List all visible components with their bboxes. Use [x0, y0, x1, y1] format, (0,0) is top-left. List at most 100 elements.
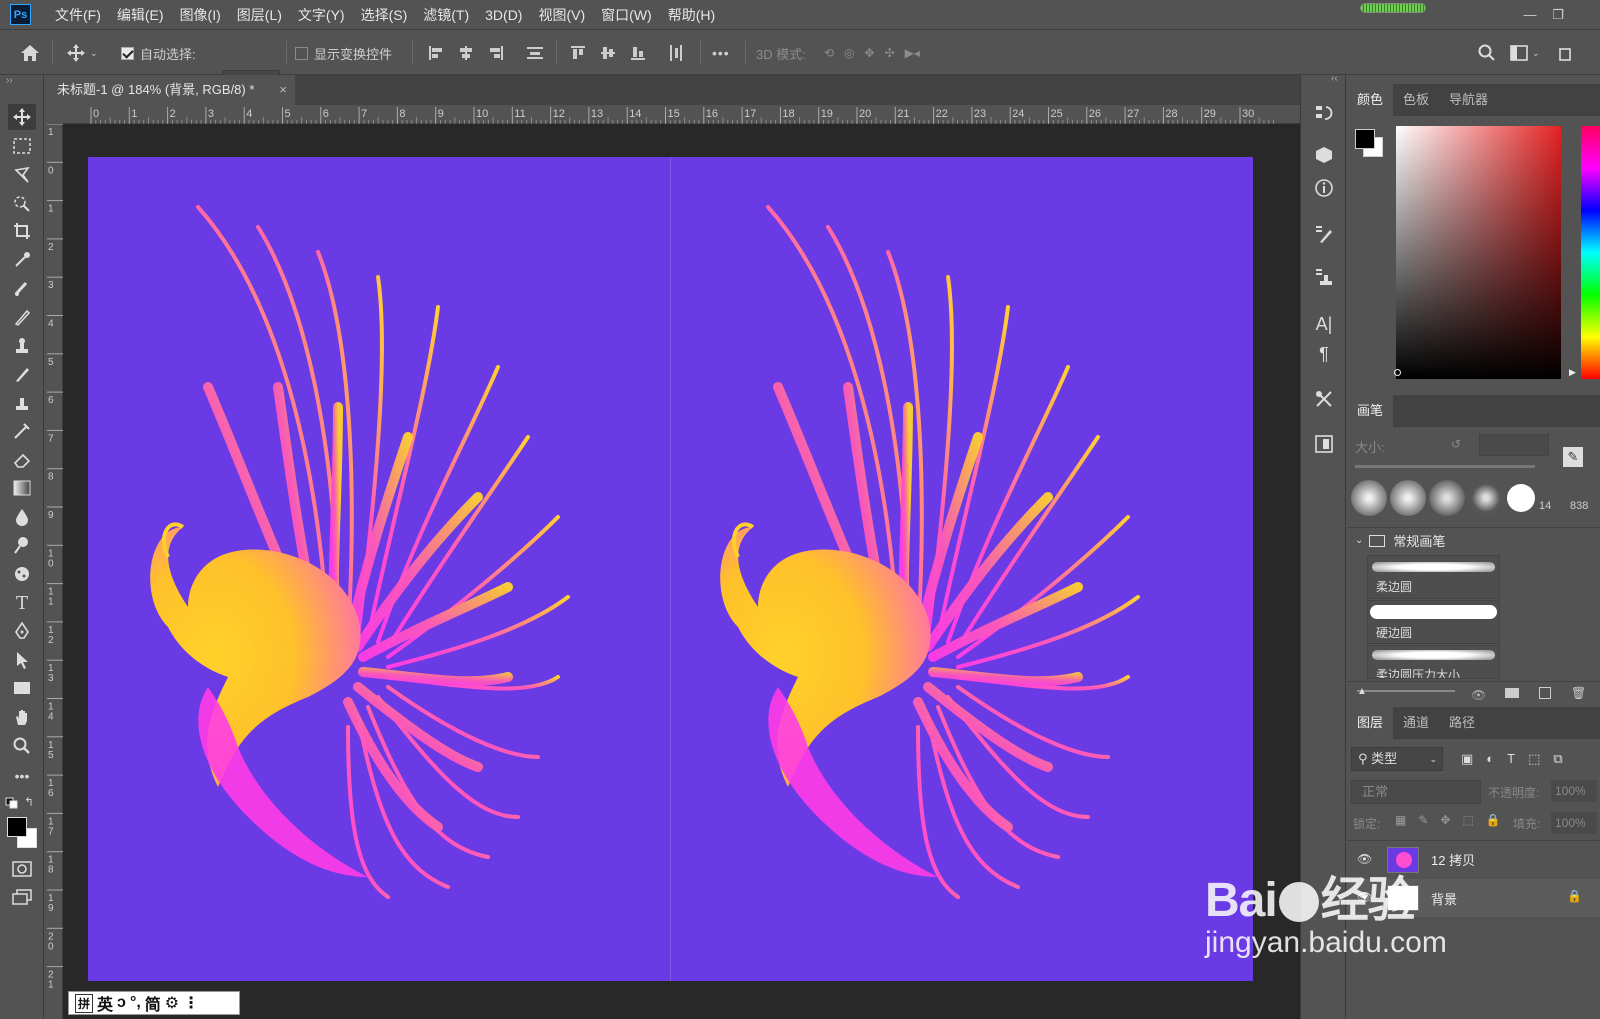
hue-slider[interactable]: [1581, 126, 1600, 379]
ruler-origin[interactable]: [45, 105, 63, 124]
distribute-vertical-icon[interactable]: [526, 45, 544, 61]
show-transform-controls-checkbox[interactable]: 显示变换控件: [295, 30, 392, 76]
lock-all-icon[interactable]: 🔒: [1486, 813, 1501, 827]
move-tool-preset-icon[interactable]: ⌄: [66, 30, 98, 76]
menu-type[interactable]: 文字(Y): [290, 5, 353, 25]
quick-mask-icon[interactable]: [8, 856, 36, 882]
menu-layer[interactable]: 图层(L): [229, 5, 290, 25]
properties-icon[interactable]: [1311, 431, 1337, 457]
clone-source-icon[interactable]: [1311, 264, 1337, 290]
brush-group-row[interactable]: ⌄ 常规画笔: [1347, 527, 1600, 553]
slider-handle[interactable]: ▲: [1357, 686, 1367, 697]
quick-selection-tool-icon[interactable]: [8, 190, 36, 216]
distribute-horizontal-icon[interactable]: [668, 44, 684, 62]
move-tool-icon[interactable]: [8, 104, 36, 130]
brush-tool-icon[interactable]: [8, 304, 36, 330]
sponge-tool-icon[interactable]: [8, 561, 36, 587]
reset-brush-icon[interactable]: ↺: [1451, 437, 1461, 451]
brush-item-hard-round[interactable]: 硬边圆: [1367, 600, 1500, 644]
clone-stamp-tool-icon[interactable]: [8, 333, 36, 359]
hue-slider-handle[interactable]: ▶: [1569, 367, 1576, 378]
tab-layers[interactable]: 图层: [1347, 707, 1394, 739]
hand-tool-icon[interactable]: [8, 704, 36, 730]
history-brush-tool-icon[interactable]: [8, 361, 36, 387]
menu-select[interactable]: 选择(S): [353, 5, 416, 25]
menu-edit[interactable]: 编辑(E): [109, 5, 172, 25]
align-left-icon[interactable]: [428, 45, 444, 61]
ime-punctuation[interactable]: °,: [130, 994, 141, 1012]
new-group-icon[interactable]: [1505, 688, 1519, 698]
brush-preset-4[interactable]: [1468, 480, 1504, 516]
menu-3d[interactable]: 3D(D): [477, 7, 530, 23]
brush-size-slider[interactable]: [1355, 465, 1535, 468]
workspace-icon[interactable]: ⌄: [1510, 30, 1540, 76]
brush-item-soft-round-pressure[interactable]: 柔边圆压力大小: [1367, 645, 1500, 679]
history-icon[interactable]: [1311, 100, 1337, 126]
brush-settings-icon[interactable]: [1311, 221, 1337, 247]
more-options-icon[interactable]: •••: [712, 30, 730, 76]
lock-position-icon[interactable]: ✥: [1440, 813, 1450, 827]
3d-orbit-icon[interactable]: ⟲: [824, 46, 834, 60]
3d-camera-icon[interactable]: ▶◂: [905, 46, 920, 60]
tool-presets-icon[interactable]: [1311, 386, 1337, 412]
edit-toolbar-icon[interactable]: •••: [8, 763, 36, 789]
vertical-guide-line[interactable]: [670, 157, 671, 981]
lock-artboard-icon[interactable]: ⬚: [1462, 813, 1473, 827]
default-colors-icon[interactable]: [5, 797, 19, 812]
eyedropper-tool-icon[interactable]: [8, 247, 36, 273]
menu-image[interactable]: 图像(I): [172, 5, 229, 25]
ime-more-icon[interactable]: ⋮: [183, 993, 199, 1013]
paragraph-icon[interactable]: ¶: [1311, 341, 1337, 367]
brush-size-input[interactable]: [1479, 434, 1549, 456]
share-icon[interactable]: [1558, 30, 1572, 76]
crop-tool-icon[interactable]: [8, 218, 36, 244]
pen-tool-icon[interactable]: [8, 618, 36, 644]
foreground-color-swatch[interactable]: [7, 817, 27, 837]
layer-name[interactable]: 背景: [1431, 889, 1457, 908]
brush-preset-2[interactable]: [1390, 480, 1426, 516]
collapse-toolbar-icon[interactable]: ››: [6, 75, 13, 86]
brush-preview-size-slider[interactable]: [1357, 690, 1455, 692]
document-tab[interactable]: 未标题-1 @ 184% (背景, RGB/8) * ×: [45, 75, 295, 105]
filter-pixel-icon[interactable]: ▣: [1461, 751, 1473, 767]
brush-preset-3[interactable]: [1429, 480, 1465, 516]
home-icon[interactable]: [20, 30, 40, 76]
ime-english[interactable]: 英: [97, 991, 113, 1015]
ime-settings-icon[interactable]: ⚙: [165, 993, 179, 1013]
tab-brushes[interactable]: 画笔: [1347, 395, 1394, 427]
healing-brush-tool-icon[interactable]: [8, 275, 36, 301]
rectangle-tool-icon[interactable]: [8, 675, 36, 701]
filter-adjustment-icon[interactable]: ◐: [1486, 751, 1494, 767]
restore-icon[interactable]: ❐: [1544, 7, 1572, 23]
marquee-tool-icon[interactable]: [8, 133, 36, 159]
layer-name[interactable]: 12 拷贝: [1431, 850, 1475, 869]
brush-preset-1[interactable]: [1351, 480, 1387, 516]
lasso-tool-icon[interactable]: [8, 162, 36, 188]
align-vertical-center-icon[interactable]: [600, 45, 616, 61]
info-icon[interactable]: [1311, 175, 1337, 201]
swap-colors-icon[interactable]: ↰: [24, 795, 34, 809]
type-tool-icon[interactable]: T: [8, 590, 36, 616]
menu-file[interactable]: 文件(F): [47, 5, 109, 25]
brush-preset-5[interactable]: [1507, 484, 1535, 512]
tab-color[interactable]: 颜色: [1347, 84, 1394, 116]
zoom-tool-icon[interactable]: [8, 733, 36, 759]
horizontal-ruler[interactable]: 0 1 2 3 4 5 6 7 8 9 10 11 12 13 14 15 16 17 18 19 20 21 22 23 24…: [63, 105, 1300, 124]
tab-swatches[interactable]: 色板: [1393, 84, 1439, 116]
gradient-tool-icon[interactable]: [8, 475, 36, 501]
dodge-tool-icon[interactable]: [8, 532, 36, 558]
auto-select-checkbox[interactable]: 自动选择:: [121, 30, 196, 76]
filter-shape-icon[interactable]: ⬚: [1528, 751, 1540, 767]
menu-view[interactable]: 视图(V): [530, 5, 593, 25]
close-document-icon[interactable]: ×: [279, 75, 287, 105]
tab-paths[interactable]: 路径: [1439, 707, 1485, 739]
menu-filter[interactable]: 滤镜(T): [415, 5, 477, 25]
ime-moon-icon[interactable]: ↄ: [117, 994, 126, 1012]
eraser-tool-icon[interactable]: [8, 447, 36, 473]
3d-slide-icon[interactable]: ✣: [885, 46, 895, 60]
art-history-brush-icon[interactable]: [8, 418, 36, 444]
character-icon[interactable]: A|: [1311, 311, 1337, 337]
collapse-panels-icon[interactable]: ‹‹: [1331, 73, 1338, 84]
blend-mode-dropdown[interactable]: 正常: [1351, 780, 1481, 804]
tab-channels[interactable]: 通道: [1393, 707, 1439, 739]
